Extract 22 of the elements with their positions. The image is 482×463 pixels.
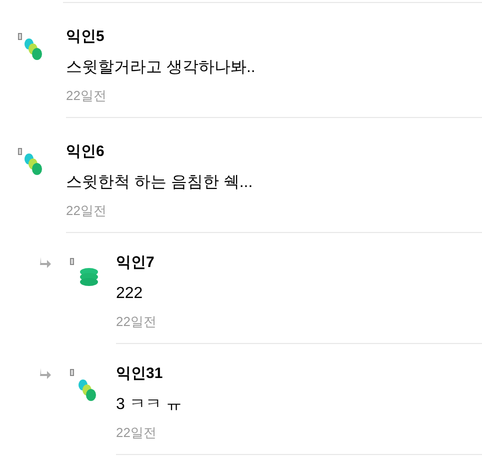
- broken-image-icon: [18, 33, 22, 40]
- comment-time: 22일전: [66, 87, 108, 105]
- author-name: 익인7: [116, 253, 156, 273]
- reply-arrow-icon: [40, 257, 52, 268]
- broken-image-icon: [70, 258, 74, 265]
- author-name: 익인5: [66, 27, 106, 47]
- broken-image-icon: [70, 369, 74, 376]
- comment-text: 스윗할거라고 생각하나봐..: [66, 58, 256, 78]
- author-name: 익인6: [66, 142, 106, 162]
- comment-text: 스윗한척 하는 음침한 쉑...: [66, 173, 254, 193]
- comment-text: 222: [116, 284, 144, 304]
- avatar-icon: [24, 37, 42, 61]
- comment-text: 3 ㅋㅋ ㅠ: [116, 395, 183, 415]
- comment-time: 22일전: [66, 202, 108, 220]
- comment-time: 22일전: [116, 313, 158, 331]
- avatar-icon: [24, 152, 42, 176]
- comment-time: 22일전: [116, 424, 158, 442]
- reply-arrow-icon: [40, 368, 52, 379]
- broken-image-icon: [18, 148, 22, 155]
- author-name: 익인31: [116, 364, 164, 384]
- avatar-icon: [78, 267, 100, 287]
- avatar-icon: [78, 378, 96, 402]
